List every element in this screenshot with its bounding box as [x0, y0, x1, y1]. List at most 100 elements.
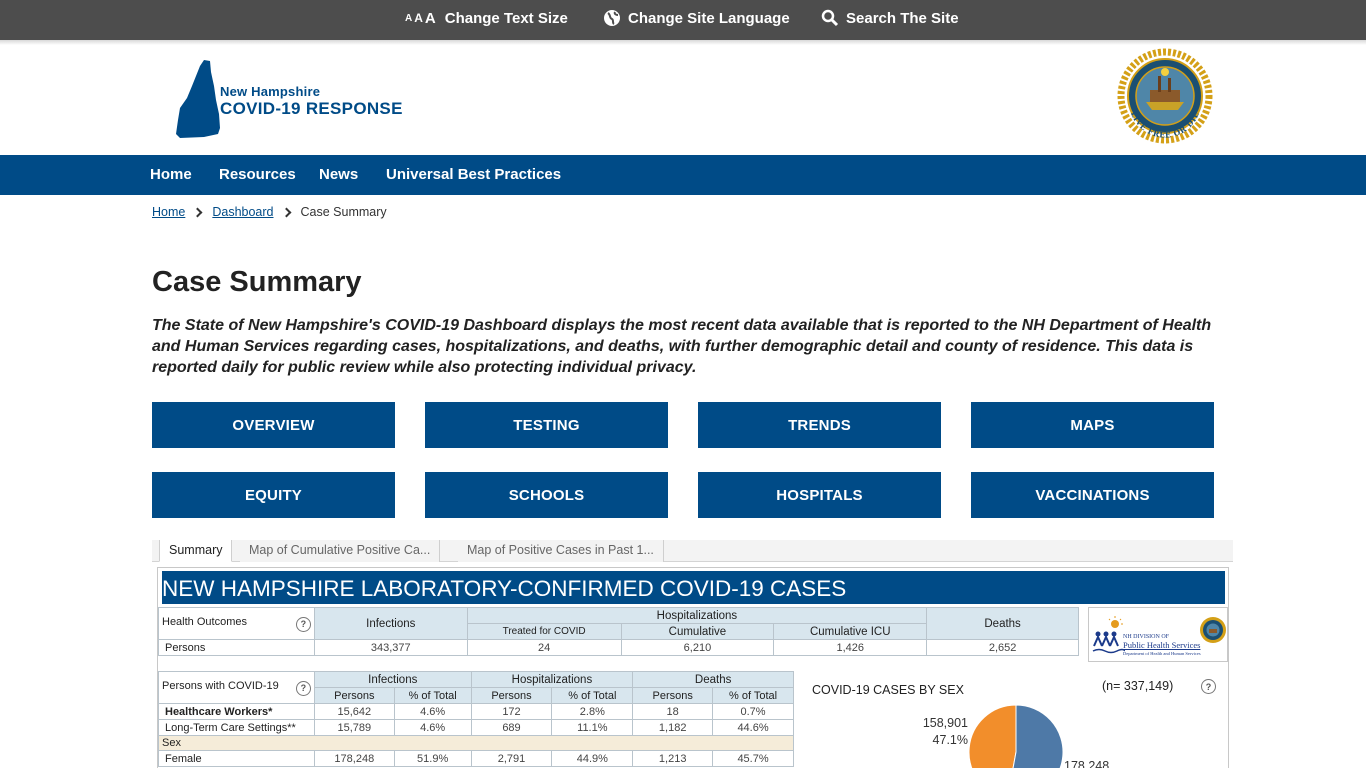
chevron-right-icon	[192, 207, 203, 217]
persons-treated: 24	[466, 639, 622, 656]
change-language-button[interactable]: Change Site Language	[603, 8, 790, 28]
tab-map-recent[interactable]: Map of Positive Cases in Past 1...	[458, 540, 664, 562]
table-cell: 1,213	[632, 750, 714, 767]
pw-hosp-persons-header: Persons	[470, 687, 553, 704]
change-text-size-button[interactable]: A A A Change Text Size	[405, 8, 570, 28]
table-cell: 689	[470, 719, 553, 736]
persons-icu: 1,426	[773, 639, 928, 656]
schools-button[interactable]: SCHOOLS	[425, 472, 668, 518]
health-outcomes-label: Health Outcomes	[162, 615, 247, 628]
state-seal: LIVE FREE OR DIE	[1116, 48, 1214, 148]
search-site-label: Search The Site	[846, 9, 959, 27]
utility-shadow	[0, 40, 1366, 45]
pw-deaths-header: Deaths	[632, 671, 794, 688]
text-size-a-large: A	[424, 9, 436, 27]
vaccinations-button[interactable]: VACCINATIONS	[971, 472, 1214, 518]
help-icon[interactable]: ?	[1201, 679, 1216, 694]
help-icon[interactable]: ?	[295, 616, 311, 632]
pw-infections-pct-header: % of Total	[393, 687, 472, 704]
breadcrumb: Home Dashboard Case Summary	[152, 205, 387, 219]
table-cell: 1,182	[632, 719, 714, 736]
pw-infections-persons-header: Persons	[313, 687, 395, 704]
pie-slice-0[interactable]	[968, 704, 1017, 768]
text-size-a-small: A	[405, 12, 413, 24]
nav-home[interactable]: Home	[150, 166, 192, 183]
site-logo[interactable]: New Hampshire COVID-19 RESPONSE	[174, 58, 444, 140]
table-row: Long-Term Care Settings** 15,789 4.6% 68…	[158, 719, 794, 736]
breadcrumb-home[interactable]: Home	[152, 205, 185, 219]
testing-button[interactable]: TESTING	[425, 402, 668, 448]
sex-chart-count: (n= 337,149)	[1102, 679, 1174, 693]
change-text-size-label: Change Text Size	[444, 9, 568, 27]
nav-news[interactable]: News	[319, 166, 358, 183]
table-row: Female 178,248 51.9% 2,791 44.9% 1,213 4…	[158, 750, 794, 767]
globe-icon	[603, 9, 621, 27]
help-icon[interactable]: ?	[295, 680, 311, 696]
infections-header: Infections	[313, 607, 468, 640]
table-cell: 2,791	[470, 750, 553, 767]
pie-right-value: 178,248	[1064, 759, 1110, 768]
persons-cumulative: 6,210	[620, 639, 775, 656]
dhhs-seal-icon	[1200, 617, 1226, 643]
pw-deaths-persons-header: Persons	[632, 687, 714, 704]
persons-row-label: Persons	[158, 639, 315, 656]
dashboard-tabs: Summary Map of Cumulative Positive Ca...…	[152, 540, 1233, 562]
pie-left-percent: 47.1%	[932, 733, 968, 747]
logo-text-state: New Hampshire	[220, 84, 321, 99]
nh-state-shape-icon	[176, 60, 220, 138]
pie-left-value: 158,901	[922, 716, 968, 730]
health-outcomes-label-cell: Health Outcomes ?	[158, 607, 315, 640]
table-cell: 4.6%	[393, 719, 472, 736]
pw-deaths-pct-header: % of Total	[712, 687, 794, 704]
public-health-people-icon	[1092, 616, 1125, 654]
persons-with-covid-label: Persons with COVID-19	[162, 679, 279, 692]
persons-with-covid-label-cell: Persons with COVID-19 ?	[158, 671, 315, 704]
pw-infections-header: Infections	[313, 671, 472, 688]
table-cell: 44.6%	[712, 719, 794, 736]
persons-deaths: 2,652	[926, 639, 1079, 656]
sex-chart-title: COVID-19 CASES BY SEX	[812, 683, 964, 697]
pw-hospitalizations-header: Hospitalizations	[470, 671, 634, 688]
nav-resources[interactable]: Resources	[219, 166, 296, 183]
tab-summary[interactable]: Summary	[159, 540, 233, 562]
change-language-label: Change Site Language	[628, 9, 790, 27]
table-cell: 0.7%	[712, 703, 794, 720]
persons-with-covid-table: Persons with COVID-19 ? Infections Hospi…	[158, 671, 794, 767]
phs-line2: Public Health Services	[1123, 640, 1201, 650]
treated-header: Treated for COVID	[466, 623, 622, 640]
logo-text-response: COVID-19 RESPONSE	[220, 99, 403, 118]
cumulative-header: Cumulative	[620, 623, 775, 640]
table-cell: 18	[632, 703, 714, 720]
breadcrumb-dashboard[interactable]: Dashboard	[212, 205, 273, 219]
tab-map-cumulative[interactable]: Map of Cumulative Positive Ca...	[240, 540, 441, 562]
equity-button[interactable]: EQUITY	[152, 472, 395, 518]
pie-label-left: 158,901 47.1%	[900, 715, 968, 749]
table-cell: 4.6%	[393, 703, 472, 720]
main-nav: Home Resources News Universal Best Pract…	[0, 155, 1366, 195]
pie-slice-1[interactable]	[1008, 704, 1064, 768]
row-label: Female	[158, 750, 315, 767]
page-intro: The State of New Hampshire's COVID-19 Da…	[152, 317, 1212, 376]
overview-button[interactable]: OVERVIEW	[152, 402, 395, 448]
persons-infections: 343,377	[313, 639, 468, 656]
search-site-button[interactable]: Search The Site	[821, 8, 959, 28]
hospitals-button[interactable]: HOSPITALS	[698, 472, 941, 518]
table-cell: 172	[470, 703, 553, 720]
row-label: Healthcare Workers*	[158, 703, 315, 720]
health-outcomes-table: Health Outcomes ? Infections Hospitaliza…	[158, 607, 1079, 656]
table-cell: 44.9%	[551, 750, 634, 767]
table-cell: 45.7%	[712, 750, 794, 767]
phs-line3: Department of Health and Human Services	[1123, 651, 1201, 656]
nav-universal-best-practices[interactable]: Universal Best Practices	[386, 166, 561, 183]
trends-button[interactable]: TRENDS	[698, 402, 941, 448]
pw-hosp-pct-header: % of Total	[551, 687, 634, 704]
cumulative-icu-header: Cumulative ICU	[773, 623, 928, 640]
page-title: Case Summary	[152, 266, 362, 298]
maps-button[interactable]: MAPS	[971, 402, 1214, 448]
text-size-icon: A A A	[405, 10, 438, 27]
table-cell: 11.1%	[551, 719, 634, 736]
table-cell: 15,642	[313, 703, 395, 720]
utility-bar: A A A Change Text Size Change Site Langu…	[0, 0, 1366, 40]
table-cell: 2.8%	[551, 703, 634, 720]
deaths-header: Deaths	[926, 607, 1079, 640]
